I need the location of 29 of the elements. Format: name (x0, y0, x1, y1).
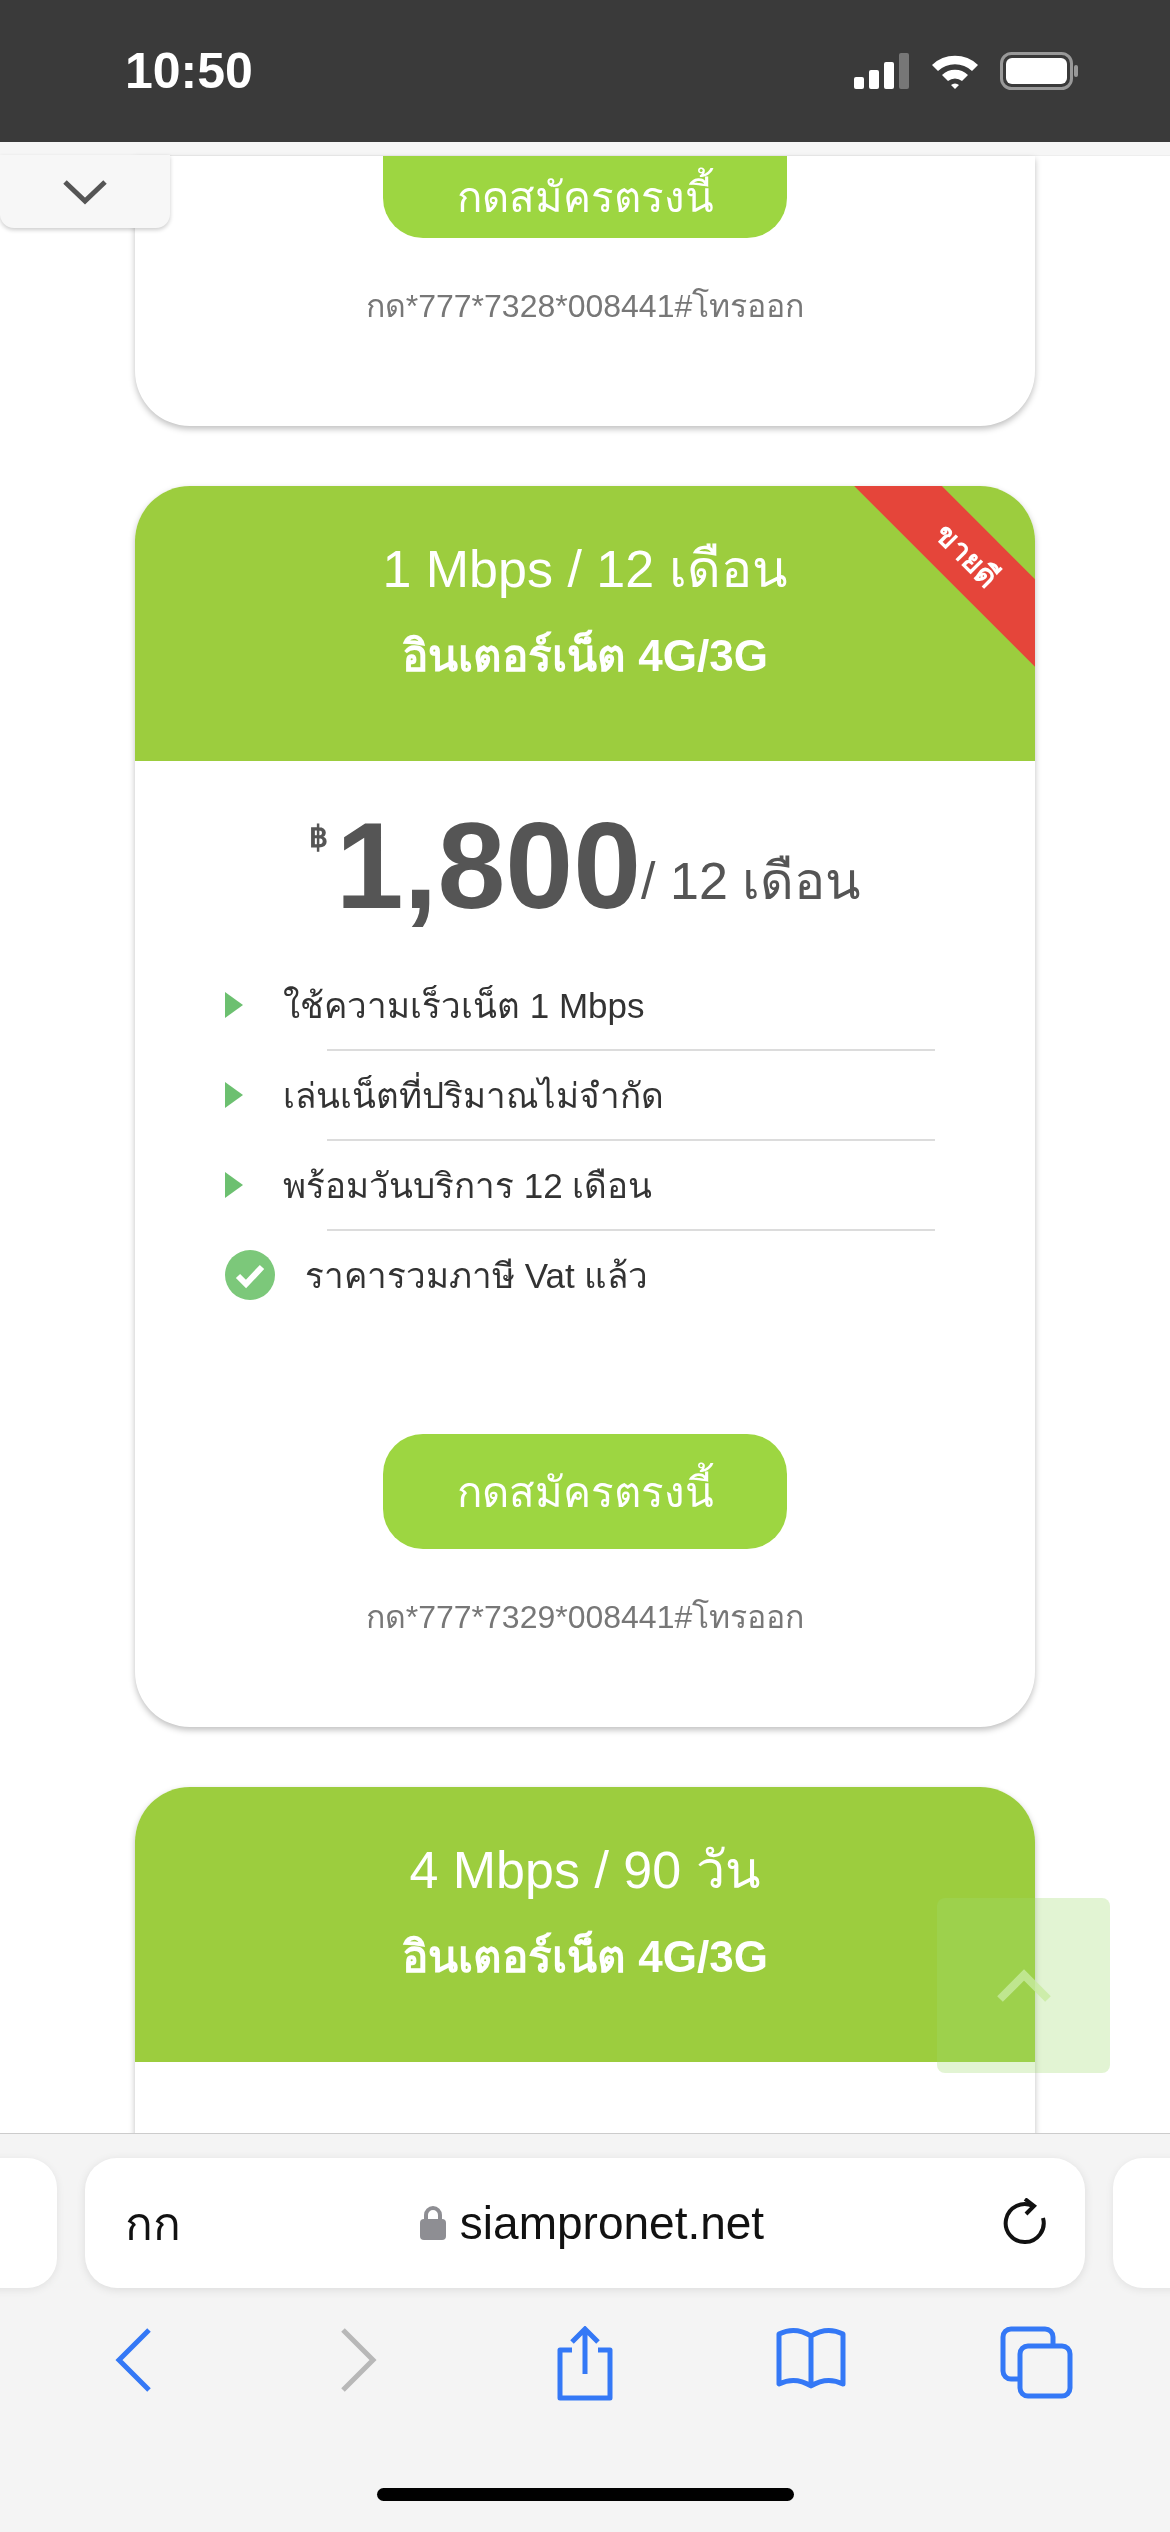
chevron-icon (62, 178, 108, 205)
plan-title: 1 Mbps / 12 เดือน (382, 539, 788, 600)
plan-subtitle: อินเตอร์เน็ต 4G/3G (402, 1929, 768, 1983)
price-amount: 1,800 (335, 801, 642, 931)
tabs-icon (1000, 2326, 1074, 2400)
text-size-button[interactable]: กก (125, 2186, 181, 2260)
check-circle-icon (225, 1250, 275, 1300)
address-bar[interactable]: กก siampronet.net (85, 2158, 1085, 2288)
plan-subtitle: อินเตอร์เน็ต 4G/3G (402, 628, 768, 682)
battery-icon (1000, 52, 1080, 90)
status-time: 10:50 (125, 42, 253, 100)
triangle-bullet-icon (225, 1082, 243, 1108)
lock-icon (419, 2206, 446, 2240)
plan-title: 4 Mbps / 90 วัน (409, 1840, 761, 1901)
currency-sign: ฿ (308, 819, 328, 854)
book-icon (775, 2326, 847, 2390)
url-text: siampronet.net (459, 2196, 765, 2250)
feature-text: พร้อมวันบริการ 12 เดือน (283, 1164, 653, 1207)
dial-code-text: กด*777*7329*008441#โทรออก (365, 1598, 805, 1637)
feature-text: ราคารวมภาษี Vat แล้ว (305, 1254, 649, 1297)
feature-text: เล่นเน็ตที่ปริมาณไม่จำกัด (283, 1067, 664, 1123)
triangle-bullet-icon (225, 1172, 243, 1198)
price-period: / 12 เดือน (641, 852, 862, 910)
feature-text: ใช้ความเร็วเน็ต 1 Mbps (283, 984, 645, 1027)
triangle-bullet-icon (225, 992, 243, 1018)
chevron-up-icon (995, 1968, 1052, 2003)
dial-code-text: กด*777*7328*008441#โทรออก (365, 287, 805, 326)
dropdown-toggle[interactable] (0, 155, 170, 228)
signal-icon (854, 53, 910, 89)
